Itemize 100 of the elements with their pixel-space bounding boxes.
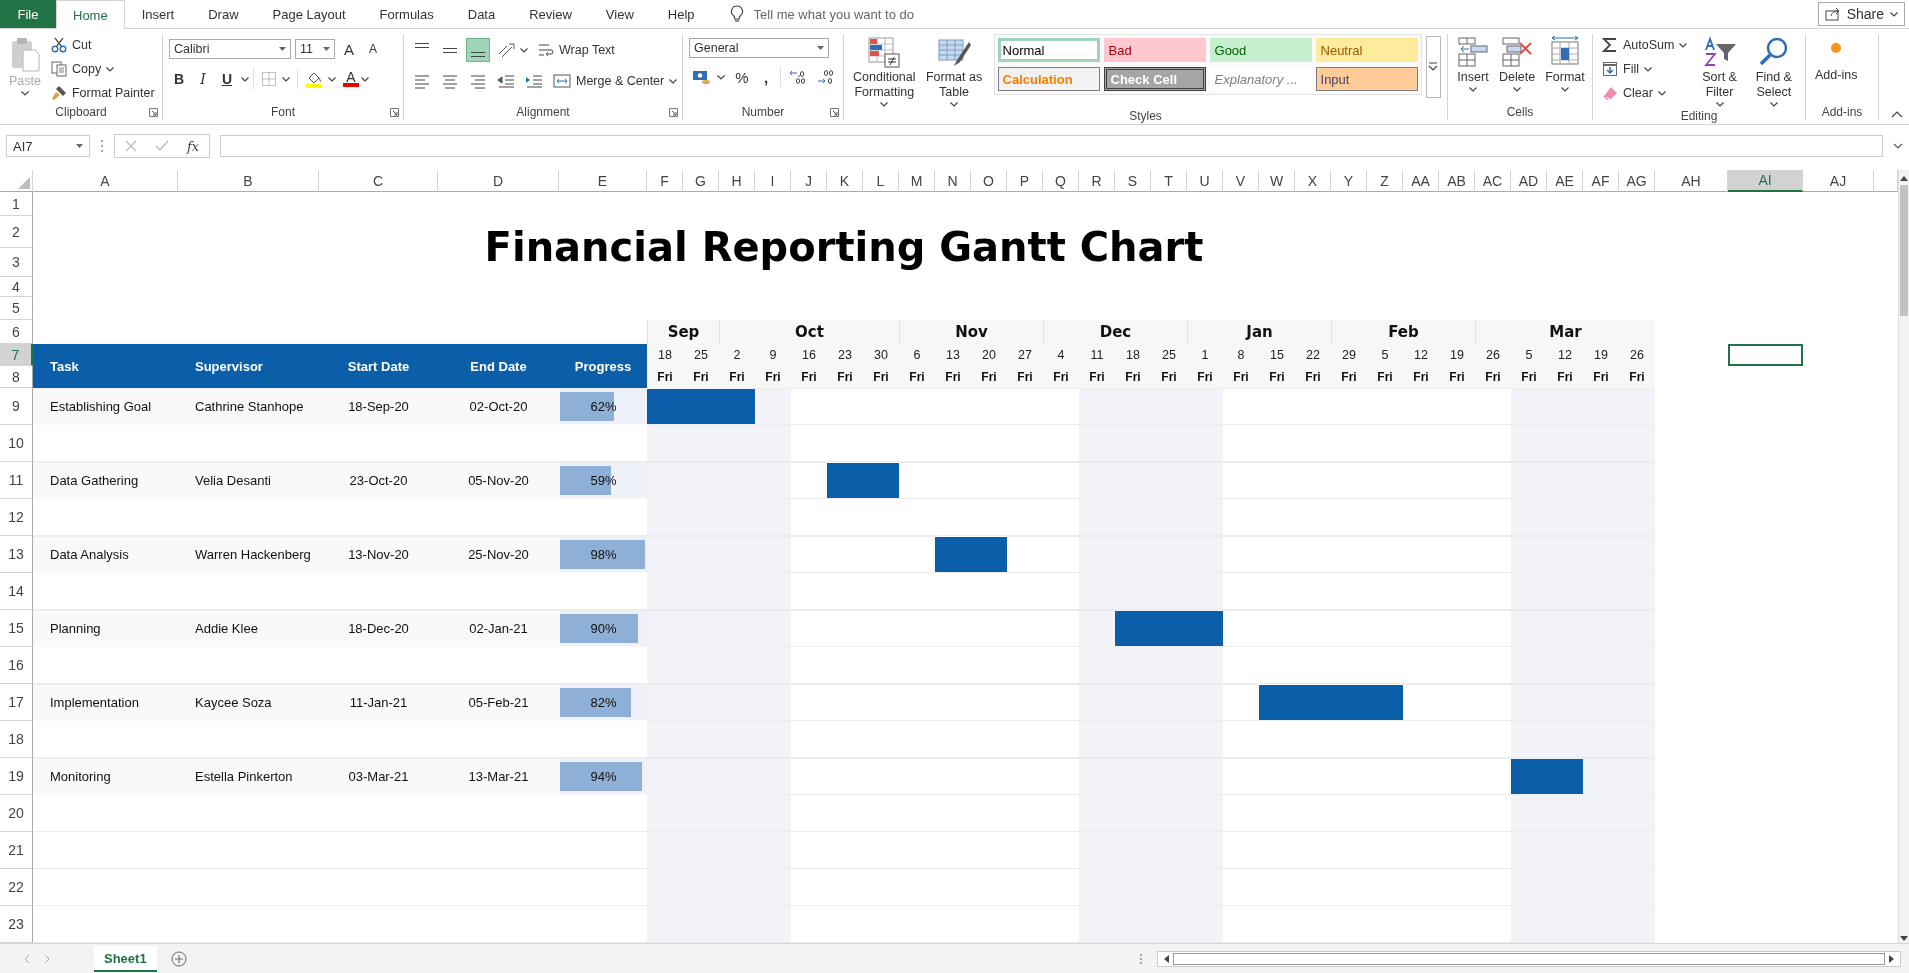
percent-style-button[interactable]: %	[732, 66, 752, 88]
column-header[interactable]: W	[1259, 170, 1295, 192]
column-header[interactable]: AB	[1439, 170, 1475, 192]
row-header[interactable]: 1	[0, 192, 33, 216]
row-header[interactable]: 3	[0, 248, 33, 277]
column-header[interactable]: AE	[1547, 170, 1583, 192]
ribbon-tab[interactable]: View	[588, 0, 651, 28]
decrease-font-size-button[interactable]: A	[363, 38, 383, 60]
column-header[interactable]: Z	[1367, 170, 1403, 192]
dialog-launcher-icon[interactable]	[669, 108, 678, 117]
row-header[interactable]: 16	[0, 647, 33, 684]
column-header[interactable]: AD	[1511, 170, 1547, 192]
column-header[interactable]: Q	[1043, 170, 1079, 192]
italic-button[interactable]: I	[193, 68, 213, 90]
column-header[interactable]: C	[319, 170, 438, 192]
autosum-button[interactable]: AutoSum	[1599, 34, 1691, 56]
active-cell-outline[interactable]	[1728, 344, 1803, 366]
scroll-up-icon[interactable]	[1900, 176, 1908, 181]
column-header[interactable]: G	[683, 170, 719, 192]
column-header[interactable]: R	[1079, 170, 1115, 192]
name-box[interactable]: AI7	[6, 135, 90, 157]
font-name-dropdown[interactable]: Calibri	[169, 39, 291, 59]
collapse-ribbon-icon[interactable]	[1891, 110, 1903, 118]
row-header[interactable]: 18	[0, 721, 33, 758]
font-color-button[interactable]: A	[343, 71, 359, 87]
cell-style-option[interactable]: Normal	[997, 38, 1100, 62]
row-header[interactable]: 20	[0, 795, 33, 832]
column-header[interactable]: F	[647, 170, 683, 192]
column-header[interactable]: AI	[1728, 170, 1803, 192]
sort-filter-button[interactable]: Sort & Filter	[1694, 34, 1745, 109]
insert-cells-button[interactable]: Insert	[1454, 34, 1492, 94]
number-format-dropdown[interactable]: General	[689, 38, 829, 58]
row-header[interactable]: 7	[0, 344, 33, 366]
column-header[interactable]: E	[559, 170, 647, 192]
row-header[interactable]: 2	[0, 216, 33, 248]
column-header[interactable]: AA	[1403, 170, 1439, 192]
column-header[interactable]: M	[899, 170, 935, 192]
column-header[interactable]: V	[1223, 170, 1259, 192]
merge-center-button[interactable]: Merge & Center	[550, 70, 681, 92]
column-header[interactable]: U	[1187, 170, 1223, 192]
format-painter-button[interactable]: Format Painter	[47, 82, 158, 104]
column-header[interactable]: L	[863, 170, 899, 192]
expand-formula-bar-icon[interactable]	[1893, 143, 1903, 149]
column-header[interactable]: D	[438, 170, 559, 192]
cut-button[interactable]: Cut	[47, 34, 158, 56]
tell-me-field[interactable]: Tell me what you want to do	[751, 5, 986, 23]
ribbon-tab[interactable]: File	[0, 0, 56, 28]
find-select-button[interactable]: Find & Select	[1748, 34, 1799, 109]
add-ins-button[interactable]: Add-ins	[1812, 34, 1861, 85]
vertical-scrollbar[interactable]	[1898, 170, 1909, 943]
share-button[interactable]: Share	[1817, 2, 1905, 26]
row-header[interactable]: 5	[0, 297, 33, 320]
dialog-launcher-icon[interactable]	[390, 108, 399, 117]
copy-button[interactable]: Copy	[47, 58, 158, 80]
dialog-launcher-icon[interactable]	[149, 108, 158, 117]
comma-style-button[interactable]: ,	[756, 66, 776, 88]
vertical-align-button[interactable]	[466, 38, 490, 62]
column-header[interactable]: AJ	[1803, 170, 1874, 192]
ribbon-tab[interactable]: Draw	[191, 0, 256, 28]
ribbon-tab[interactable]: Insert	[124, 0, 192, 28]
format-as-table-button[interactable]: Format as Table	[922, 34, 986, 109]
ribbon-tab[interactable]: Data	[450, 0, 513, 28]
ribbon-tab[interactable]: Formulas	[362, 0, 451, 28]
column-header[interactable]: A	[33, 170, 178, 192]
row-header[interactable]: 14	[0, 573, 33, 610]
gallery-more-button[interactable]	[1425, 36, 1441, 98]
ribbon-tab[interactable]: Home	[56, 0, 125, 29]
cell-style-option[interactable]: Good	[1209, 38, 1312, 62]
wrap-text-button[interactable]: Wrap Text	[535, 39, 618, 61]
column-header[interactable]: X	[1295, 170, 1331, 192]
column-header[interactable]: H	[719, 170, 755, 192]
scrollbar-thumb[interactable]	[1900, 185, 1908, 316]
column-header[interactable]: P	[1007, 170, 1043, 192]
horizontal-scrollbar[interactable]	[1157, 951, 1901, 967]
column-header[interactable]: T	[1151, 170, 1187, 192]
scroll-left-icon[interactable]	[1164, 955, 1169, 963]
sheet-tab[interactable]: Sheet1	[94, 946, 157, 972]
add-sheet-icon[interactable]	[170, 951, 187, 967]
row-header[interactable]: 10	[0, 425, 33, 462]
row-header[interactable]: 22	[0, 869, 33, 906]
column-header[interactable]: O	[971, 170, 1007, 192]
column-header[interactable]: N	[935, 170, 971, 192]
underline-button[interactable]: U	[217, 68, 237, 90]
bold-button[interactable]: B	[169, 68, 189, 90]
row-header[interactable]: 4	[0, 277, 33, 297]
clear-button[interactable]: Clear	[1599, 82, 1691, 104]
column-header[interactable]: K	[827, 170, 863, 192]
scrollbar-thumb[interactable]	[1173, 953, 1885, 965]
scroll-right-icon[interactable]	[1889, 955, 1894, 963]
scroll-down-icon[interactable]	[1900, 936, 1908, 941]
ribbon-tab[interactable]: Review	[512, 0, 589, 28]
ribbon-tab[interactable]: Help	[650, 0, 712, 28]
column-header[interactable]: J	[791, 170, 827, 192]
increase-font-size-button[interactable]: A	[339, 38, 359, 60]
column-header[interactable]: S	[1115, 170, 1151, 192]
column-header[interactable]: I	[755, 170, 791, 192]
ribbon-tab[interactable]: Page Layout	[255, 0, 363, 28]
column-header[interactable]: AC	[1475, 170, 1511, 192]
check-icon[interactable]	[155, 140, 169, 152]
column-header[interactable]: B	[178, 170, 319, 192]
